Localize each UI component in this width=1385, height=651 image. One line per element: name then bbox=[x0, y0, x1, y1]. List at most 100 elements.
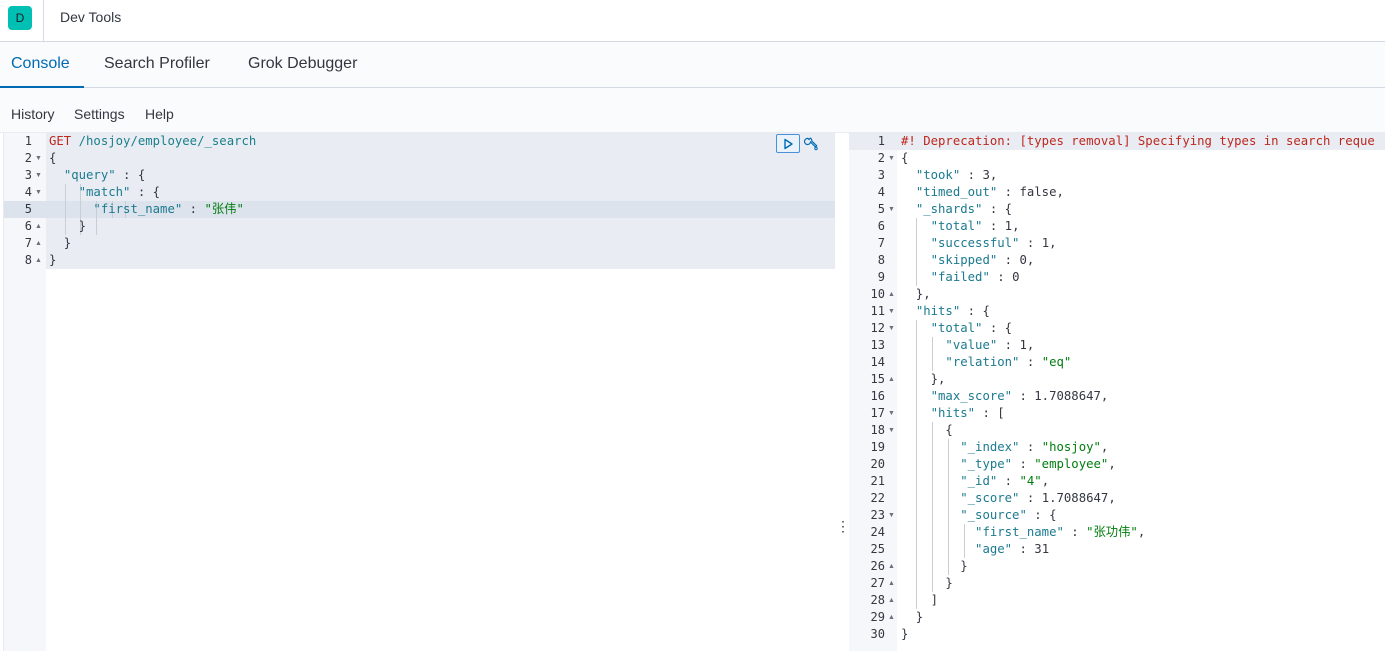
response-line: { bbox=[901, 151, 909, 165]
request-settings-button[interactable] bbox=[802, 134, 820, 153]
response-line: "successful" : 1, bbox=[930, 236, 1057, 250]
response-line: "relation" : "eq" bbox=[945, 355, 1072, 369]
fold-up-icon[interactable]: ▲ bbox=[888, 558, 895, 575]
request-line: GET /hosjoy/employee/_search bbox=[49, 133, 256, 150]
response-line: "took" : 3, bbox=[915, 168, 998, 182]
line-number: 3 bbox=[24, 168, 32, 182]
line-number: 5 bbox=[877, 202, 885, 216]
response-line: } bbox=[901, 627, 909, 641]
fold-down-icon[interactable]: ▼ bbox=[888, 320, 895, 337]
fold-up-icon[interactable]: ▲ bbox=[888, 286, 895, 303]
response-line: }, bbox=[901, 372, 946, 386]
fold-down-icon[interactable]: ▼ bbox=[888, 303, 895, 320]
fold-up-icon[interactable]: ▲ bbox=[888, 609, 895, 626]
line-number: 8 bbox=[877, 253, 885, 267]
top-header: D Dev Tools bbox=[0, 0, 1385, 42]
response-viewer: 1 2 ▼ 3 4 5 ▼ 6 7 8 9 10 ▲ 11 ▼ 12 ▼ 13 14 15 ▲ 16 17 ▼ 18 ▼ 19 20 2… bbox=[849, 133, 1385, 651]
request-line: "first_name" : "张伟" bbox=[93, 202, 244, 216]
line-number: 10 bbox=[870, 287, 885, 301]
fold-up-icon[interactable]: ▲ bbox=[888, 592, 895, 609]
fold-up-icon[interactable]: ▲ bbox=[35, 218, 42, 235]
history-link[interactable]: History bbox=[11, 106, 55, 122]
fold-down-icon[interactable]: ▼ bbox=[888, 422, 895, 439]
line-number: 18 bbox=[870, 423, 885, 437]
response-line: "_source" : { bbox=[960, 508, 1057, 522]
fold-down-icon[interactable]: ▼ bbox=[35, 167, 42, 184]
line-number: 22 bbox=[870, 491, 885, 505]
line-number: 6 bbox=[877, 219, 885, 233]
line-number: 12 bbox=[870, 321, 885, 335]
line-number: 7 bbox=[24, 236, 32, 250]
tab-bar: Console Search Profiler Grok Debugger bbox=[0, 42, 1385, 88]
fold-down-icon[interactable]: ▼ bbox=[888, 201, 895, 218]
help-link[interactable]: Help bbox=[145, 106, 174, 122]
response-line: "_shards" : { bbox=[915, 202, 1013, 216]
request-editor[interactable]: 1 2 ▼ 3 ▼ 4 ▼ 5 6 ▲ 7 ▲ 8 ▲ GET /hosjoy/… bbox=[3, 133, 835, 651]
tab-grok-debugger[interactable]: Grok Debugger bbox=[248, 55, 357, 73]
line-number: 6 bbox=[24, 219, 32, 233]
response-line: "hits" : { bbox=[915, 304, 990, 318]
request-line: } bbox=[49, 253, 57, 267]
line-number: 16 bbox=[870, 389, 885, 403]
response-line: "total" : { bbox=[930, 321, 1013, 335]
line-number: 7 bbox=[877, 236, 885, 250]
line-number: 3 bbox=[877, 168, 885, 182]
response-line: "hits" : [ bbox=[930, 406, 1005, 420]
line-number: 2 bbox=[24, 151, 32, 165]
send-request-button[interactable] bbox=[776, 134, 800, 153]
response-line: "_score" : 1.7088647, bbox=[960, 491, 1116, 505]
fold-up-icon[interactable]: ▲ bbox=[35, 252, 42, 269]
fold-up-icon[interactable]: ▲ bbox=[35, 235, 42, 252]
line-number: 2 bbox=[877, 151, 885, 165]
settings-link[interactable]: Settings bbox=[74, 106, 125, 122]
line-number: 4 bbox=[877, 185, 885, 199]
request-line: "query" : { bbox=[63, 168, 146, 182]
fold-down-icon[interactable]: ▼ bbox=[888, 405, 895, 422]
deprecation-warning: #! Deprecation: [types removal] Specifyi… bbox=[901, 134, 1375, 148]
tab-console[interactable]: Console bbox=[11, 55, 70, 73]
response-line: } bbox=[901, 576, 953, 590]
request-line: } bbox=[49, 219, 87, 233]
line-number: 8 bbox=[24, 253, 32, 267]
fold-up-icon[interactable]: ▲ bbox=[888, 371, 895, 388]
line-number: 25 bbox=[870, 542, 885, 556]
line-number: 28 bbox=[870, 593, 885, 607]
tab-search-profiler[interactable]: Search Profiler bbox=[104, 55, 210, 73]
response-line: "max_score" : 1.7088647, bbox=[930, 389, 1109, 403]
line-number: 30 bbox=[870, 627, 885, 641]
line-number: 20 bbox=[870, 457, 885, 471]
line-number: 21 bbox=[870, 474, 885, 488]
response-line: { bbox=[901, 423, 953, 437]
app-badge[interactable]: D bbox=[8, 6, 32, 30]
fold-down-icon[interactable]: ▼ bbox=[35, 184, 42, 201]
request-line: { bbox=[49, 151, 57, 165]
fold-down-icon[interactable]: ▼ bbox=[888, 507, 895, 524]
header-divider bbox=[43, 0, 44, 41]
line-number: 19 bbox=[870, 440, 885, 454]
app-title: Dev Tools bbox=[60, 9, 122, 25]
fold-down-icon[interactable]: ▼ bbox=[35, 150, 42, 167]
response-line: "failed" : 0 bbox=[930, 270, 1020, 284]
line-number: 9 bbox=[877, 270, 885, 284]
line-number: 14 bbox=[870, 355, 885, 369]
console-menu: History Settings Help bbox=[0, 88, 1385, 133]
response-line: "skipped" : 0, bbox=[930, 253, 1035, 267]
line-number: 15 bbox=[870, 372, 885, 386]
response-line: } bbox=[901, 559, 968, 573]
fold-down-icon[interactable]: ▼ bbox=[888, 150, 895, 167]
line-number: 5 bbox=[24, 202, 32, 216]
line-number: 29 bbox=[870, 610, 885, 624]
response-line: }, bbox=[901, 287, 931, 301]
line-number: 1 bbox=[24, 134, 32, 148]
response-line: "total" : 1, bbox=[930, 219, 1020, 233]
response-line: "value" : 1, bbox=[945, 338, 1035, 352]
vertical-dots-icon[interactable]: ⋮ bbox=[836, 518, 850, 534]
wrench-icon bbox=[804, 136, 818, 150]
line-number: 17 bbox=[870, 406, 885, 420]
response-line: "_index" : "hosjoy", bbox=[960, 440, 1109, 454]
response-line: } bbox=[901, 610, 924, 624]
fold-up-icon[interactable]: ▲ bbox=[888, 575, 895, 592]
line-number: 24 bbox=[870, 525, 885, 539]
response-line: ] bbox=[901, 593, 939, 607]
play-icon bbox=[784, 138, 793, 149]
